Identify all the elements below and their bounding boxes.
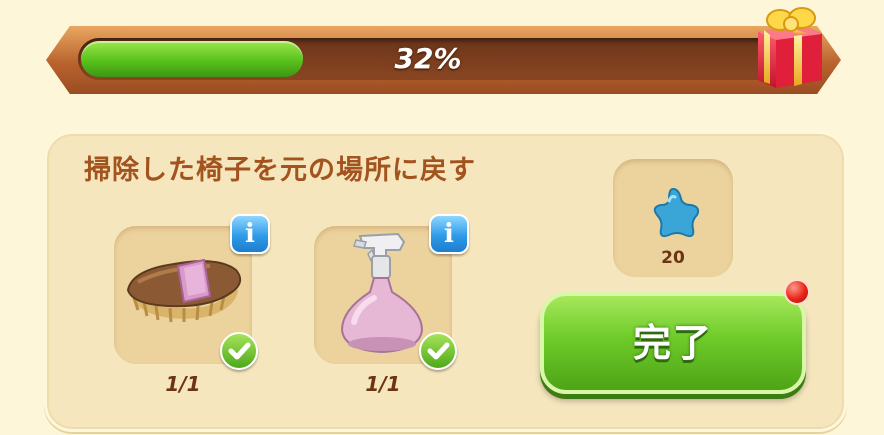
info-button-spray[interactable]: i [429, 214, 469, 254]
checkmark-icon [419, 332, 457, 370]
task-title: 掃除した椅子を元の場所に戻す [84, 155, 476, 186]
gift-box-icon[interactable] [750, 2, 830, 92]
progress-percentage: 32% [394, 42, 462, 75]
notification-badge [784, 279, 810, 305]
item-count-brush: 1/1 [165, 372, 201, 396]
complete-button-label: 完了 [632, 321, 713, 365]
complete-button[interactable]: 完了 [540, 292, 806, 394]
info-button-brush[interactable]: i [230, 214, 270, 254]
info-icon: i [245, 219, 255, 249]
reward-amount: 20 [661, 248, 685, 268]
item-count-spray: 1/1 [365, 372, 401, 396]
checkmark-icon [220, 332, 258, 370]
info-icon: i [444, 219, 454, 249]
